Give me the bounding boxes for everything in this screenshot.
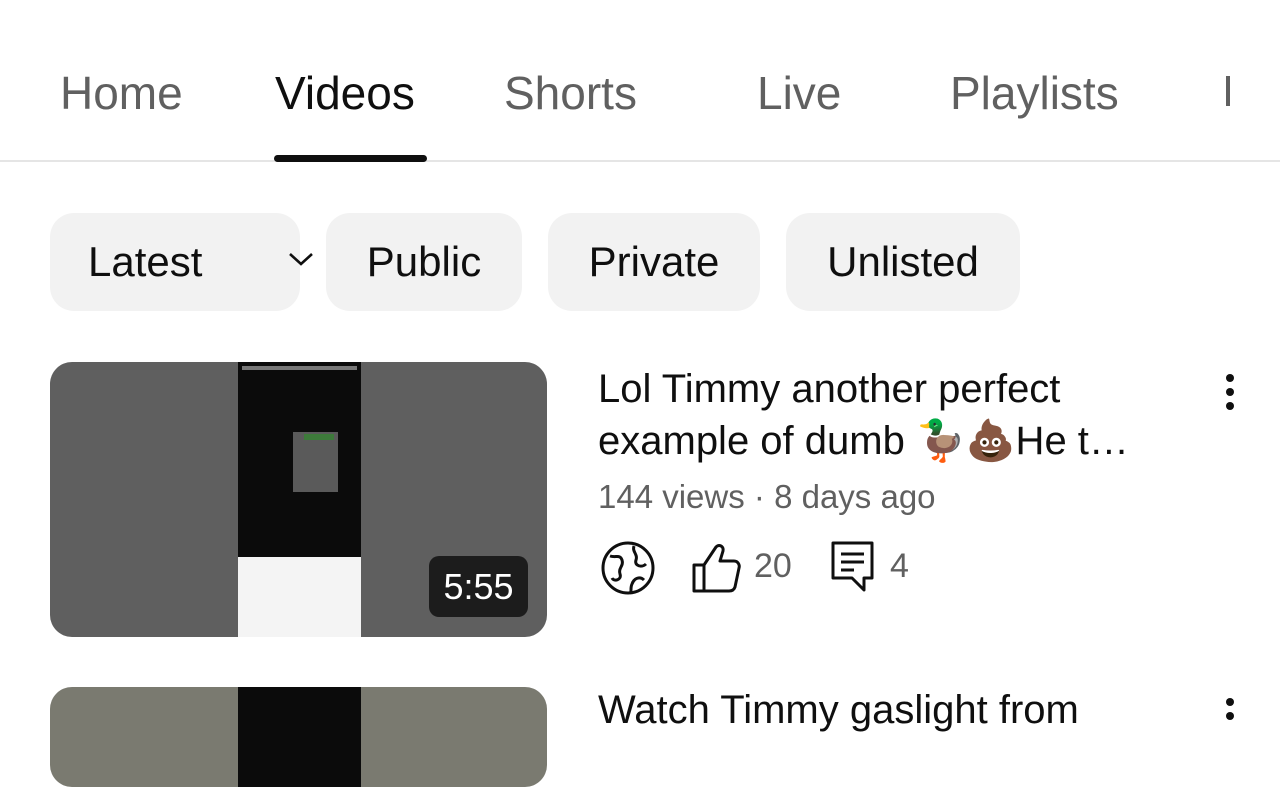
- thumbnail-sheet: [238, 557, 361, 637]
- more-dot: [1226, 712, 1234, 720]
- sort-chip-label: Latest: [88, 238, 203, 285]
- tab-overflow-indicator[interactable]: [1226, 76, 1230, 106]
- thumbnail-green-bar: [304, 434, 334, 440]
- more-dot: [1226, 402, 1234, 410]
- tab-home[interactable]: Home: [60, 66, 183, 120]
- thumbs-up-icon[interactable]: [690, 541, 742, 595]
- like-count: 20: [754, 547, 792, 585]
- more-dot: [1226, 374, 1234, 382]
- duration-badge: 5:55: [429, 556, 528, 617]
- tab-playlists[interactable]: Playlists: [950, 66, 1119, 120]
- video-thumbnail[interactable]: [50, 687, 547, 787]
- sort-chip-latest[interactable]: Latest: [50, 213, 313, 311]
- channel-tabs: Home Videos Shorts Live Playlists: [0, 0, 1280, 162]
- thumbnail-statusbar: [242, 366, 357, 370]
- thumbnail-panel: [293, 432, 338, 492]
- thumbnail-phone-screenshot: [238, 362, 361, 637]
- more-dot: [1226, 388, 1234, 396]
- video-title[interactable]: Watch Timmy gaslight from: [598, 688, 1079, 733]
- filter-chip-unlisted[interactable]: Unlisted: [786, 213, 1020, 311]
- more-options-icon[interactable]: [1215, 372, 1245, 412]
- chevron-down-icon: [289, 253, 313, 266]
- video-title-line-2: example of dumb 🦆💩He t…: [598, 419, 1129, 463]
- video-meta: 144 views · 8 days ago: [598, 478, 936, 515]
- video-title-line-1: Lol Timmy another perfect: [598, 367, 1061, 411]
- filter-chip-public[interactable]: Public: [326, 213, 522, 311]
- active-tab-indicator: [274, 155, 427, 162]
- video-title[interactable]: Lol Timmy another perfect example of dum…: [598, 363, 1198, 467]
- comment-icon[interactable]: [830, 540, 876, 594]
- more-dot: [1226, 698, 1234, 706]
- more-options-icon[interactable]: [1215, 696, 1245, 736]
- globe-icon[interactable]: [600, 540, 656, 596]
- thumbnail-phone-screenshot: [238, 687, 361, 787]
- tab-videos[interactable]: Videos: [275, 66, 415, 120]
- comment-count: 4: [890, 547, 909, 585]
- tab-live[interactable]: Live: [757, 66, 841, 120]
- tab-shorts[interactable]: Shorts: [504, 66, 637, 120]
- filter-chip-private[interactable]: Private: [548, 213, 760, 311]
